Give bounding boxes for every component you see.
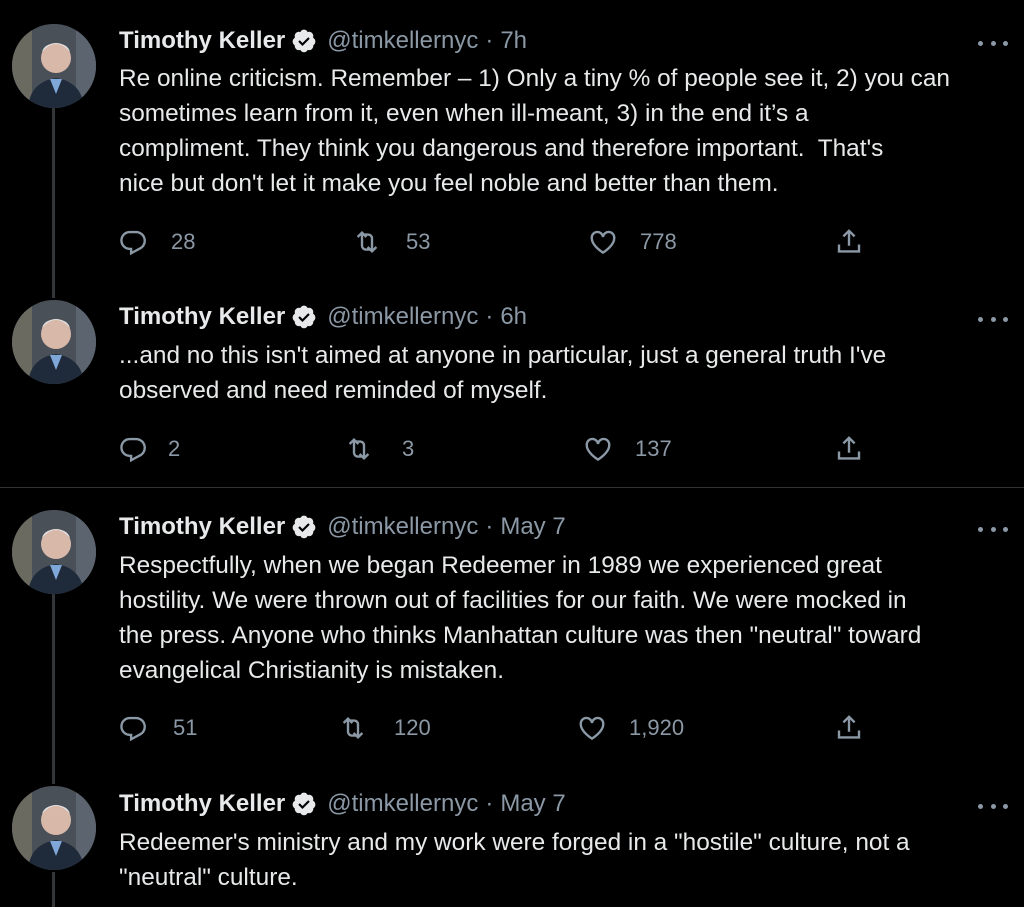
verified-badge-icon [291,514,317,540]
author-name[interactable]: Timothy Keller [119,303,285,331]
share-icon [837,229,861,253]
timestamp[interactable]: May 7 [500,790,565,818]
verified-badge-icon [291,28,317,54]
retweet-button[interactable]: 53 [352,225,430,259]
author-name[interactable]: Timothy Keller [119,513,285,541]
tweet-header: Timothy Keller @timkellernyc · 6h [119,300,527,334]
tweet-text: Redeemer's ministry and my work were for… [119,829,910,891]
reply-icon [120,230,146,256]
share-button[interactable] [834,225,864,259]
heart-icon [585,437,611,462]
retweet-button[interactable]: 3 [344,432,414,466]
reply-count: 2 [168,436,181,461]
tweet-text: Re online criticism. Remember – 1) Only … [119,65,950,197]
reply-button[interactable]: 51 [118,711,197,745]
verified-badge-icon [291,791,317,817]
author-handle[interactable]: @timkellernyc [327,303,478,331]
author-name[interactable]: Timothy Keller [119,790,285,818]
tweet[interactable]: Timothy Keller @timkellernyc · May 7 Red… [0,770,1024,907]
more-dots-icon[interactable] [978,312,1008,326]
avatar-photo [12,786,96,870]
reply-count: 51 [173,715,198,740]
share-button[interactable] [834,432,864,466]
avatar-photo [12,24,96,108]
author-handle[interactable]: @timkellernyc [327,27,478,55]
timeline: Timothy Keller @timkellernyc · 7h Re onl… [0,0,1024,907]
separator-dot: · [485,513,494,540]
avatar[interactable] [12,510,96,594]
like-count: 137 [635,436,672,461]
tweet-header: Timothy Keller @timkellernyc · 7h [119,24,527,58]
reply-icon [120,716,146,742]
timestamp[interactable]: 7h [500,27,527,55]
like-button[interactable]: 1,920 [577,711,684,745]
share-button[interactable] [834,711,864,745]
retweet-icon [356,230,378,254]
verified-badge-icon [291,304,317,330]
avatar-photo [12,510,96,594]
retweet-button[interactable]: 120 [338,711,431,745]
like-count: 778 [640,229,677,254]
more-dots-icon[interactable] [978,799,1008,813]
tweet[interactable]: Timothy Keller @timkellernyc · 7h Re onl… [0,0,1024,290]
author-name[interactable]: Timothy Keller [119,27,285,55]
tweet-actions: 2 3 137 [0,432,1024,466]
avatar[interactable] [12,786,96,870]
avatar[interactable] [12,24,96,108]
like-button[interactable]: 137 [583,432,672,466]
tweet-text: Respectfully, when we began Redeemer in … [119,552,922,684]
separator-dot: · [485,303,494,330]
reply-button[interactable]: 2 [118,432,180,466]
reply-count: 28 [171,229,196,254]
avatar[interactable] [12,300,96,384]
avatar-photo [12,300,96,384]
tweet-header: Timothy Keller @timkellernyc · May 7 [119,787,566,821]
tweet-header: Timothy Keller @timkellernyc · May 7 [119,510,566,544]
tweet-text: ...and no this isn't aimed at anyone in … [119,342,887,404]
retweet-icon [342,716,364,740]
heart-icon [579,716,605,741]
author-handle[interactable]: @timkellernyc [327,513,478,541]
tweet-actions: 28 53 778 [0,225,1024,259]
timestamp[interactable]: 6h [500,303,527,331]
more-dots-icon[interactable] [978,522,1008,536]
author-handle[interactable]: @timkellernyc [327,790,478,818]
share-icon [837,715,861,739]
more-dots-icon[interactable] [978,36,1008,50]
share-icon [837,436,861,460]
heart-icon [590,230,616,255]
like-count: 1,920 [629,715,685,740]
reply-button[interactable]: 28 [118,225,195,259]
timestamp[interactable]: May 7 [500,513,565,541]
reply-icon [120,437,146,463]
tweet[interactable]: Timothy Keller @timkellernyc · 6h ...and… [0,290,1024,487]
retweet-count: 120 [394,715,431,740]
like-button[interactable]: 778 [588,225,677,259]
retweet-count: 3 [402,436,415,461]
tweet-actions: 51 120 1,920 [0,711,1024,745]
retweet-count: 53 [406,229,431,254]
separator-dot: · [485,27,494,54]
retweet-icon [348,437,370,461]
separator-dot: · [485,790,494,817]
tweet[interactable]: Timothy Keller @timkellernyc · May 7 Res… [0,488,1024,770]
